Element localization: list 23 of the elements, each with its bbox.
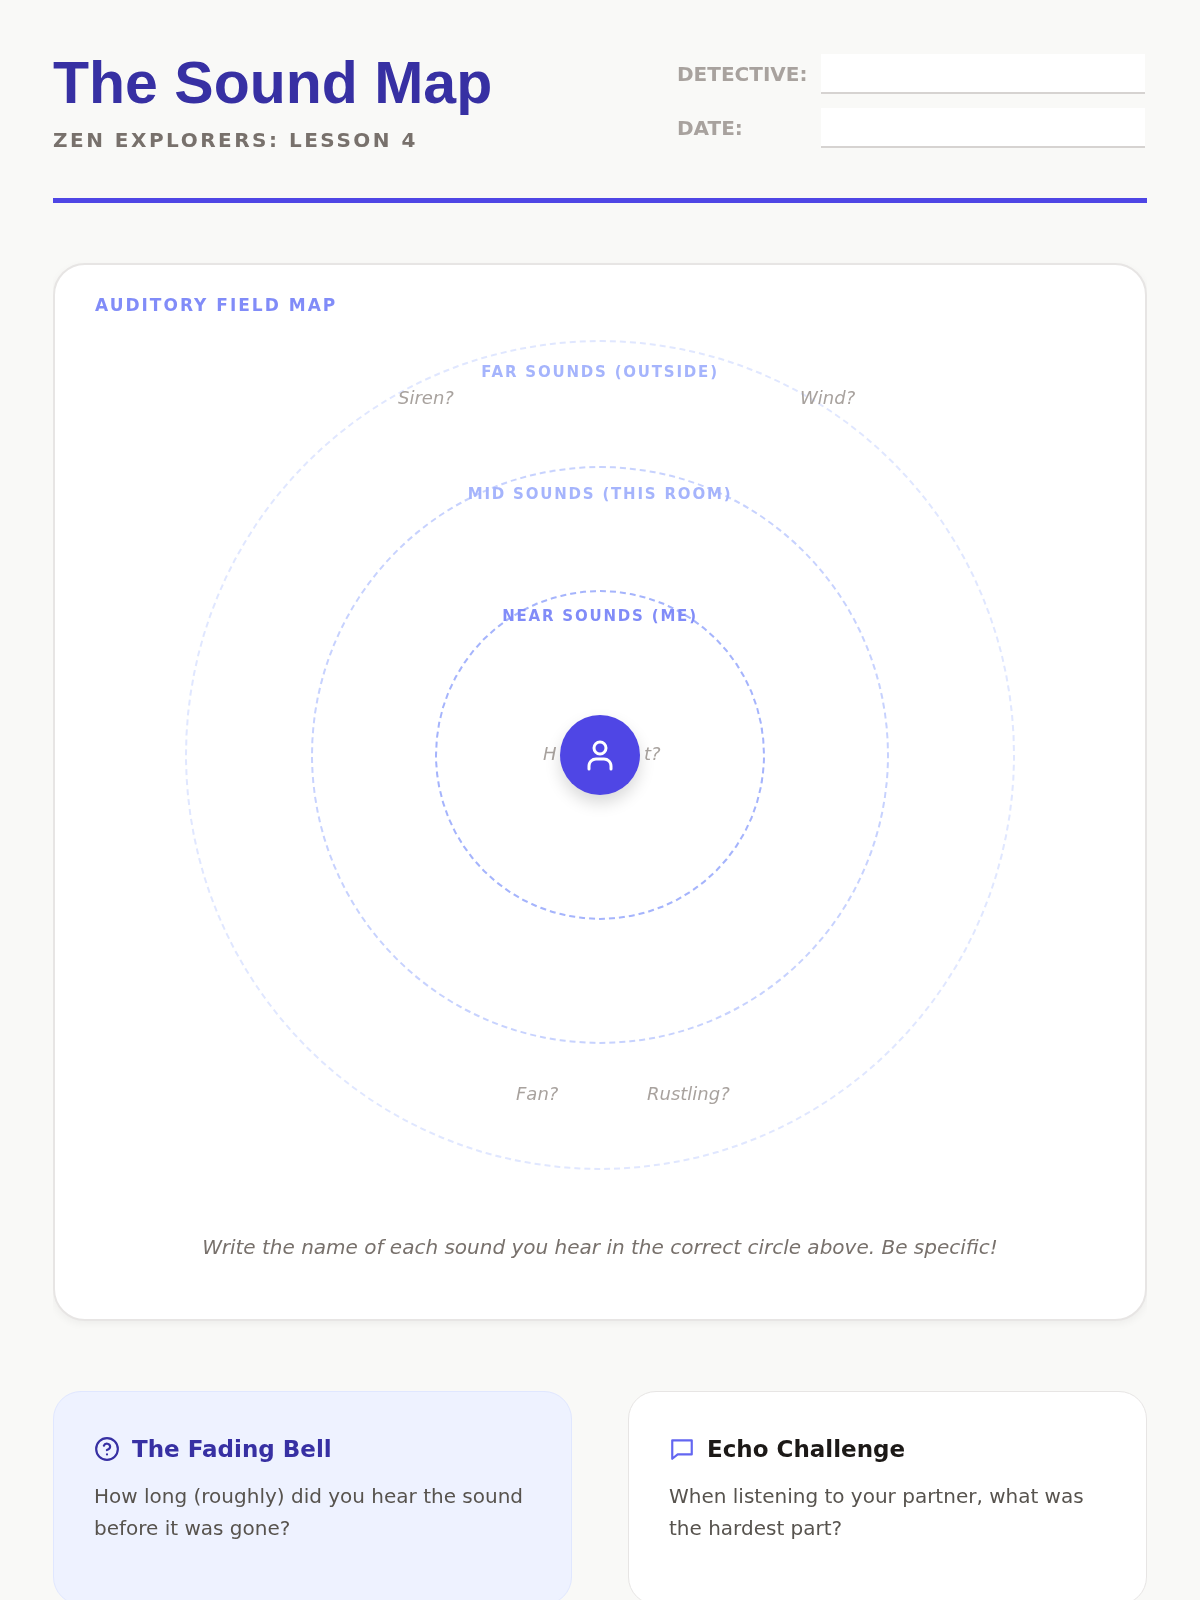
- zone-label: MID SOUNDS (THIS ROOM): [467, 484, 733, 503]
- card-title: Echo Challenge: [707, 1435, 906, 1462]
- input-field[interactable]: [821, 108, 1146, 148]
- person-icon: [585, 738, 615, 771]
- hint-text: t?: [644, 742, 661, 764]
- card-title: The Fading Bell: [132, 1435, 332, 1462]
- hint-text: Siren?: [398, 386, 454, 408]
- page-title: The Sound Map: [53, 50, 493, 118]
- zone-label: FAR SOUNDS (OUTSIDE): [481, 362, 719, 381]
- field-label: DATE:: [677, 116, 744, 140]
- hint-text: H: [543, 742, 557, 764]
- section-heading: AUDITORY FIELD MAP: [95, 294, 339, 315]
- card-text: When listening to your partner, what was the hardest part?: [669, 1482, 1085, 1542]
- zone-label: NEAR SOUNDS (ME): [502, 606, 698, 625]
- hint-text: Fan?: [516, 1082, 559, 1104]
- question-icon: [94, 1435, 120, 1462]
- instruction-text: Write the name of each sound you hear in the correct circle above. Be specific!: [201, 1234, 999, 1259]
- field-label: DETECTIVE:: [677, 62, 809, 86]
- subtitle: ZEN EXPLORERS: LESSON 4: [53, 127, 419, 152]
- hint-text: Wind?: [800, 386, 856, 408]
- hint-text: Rustling?: [647, 1082, 730, 1104]
- card-text: How long (roughly) did you hear the sound before it was gone?: [94, 1482, 525, 1542]
- input-field[interactable]: [821, 54, 1146, 94]
